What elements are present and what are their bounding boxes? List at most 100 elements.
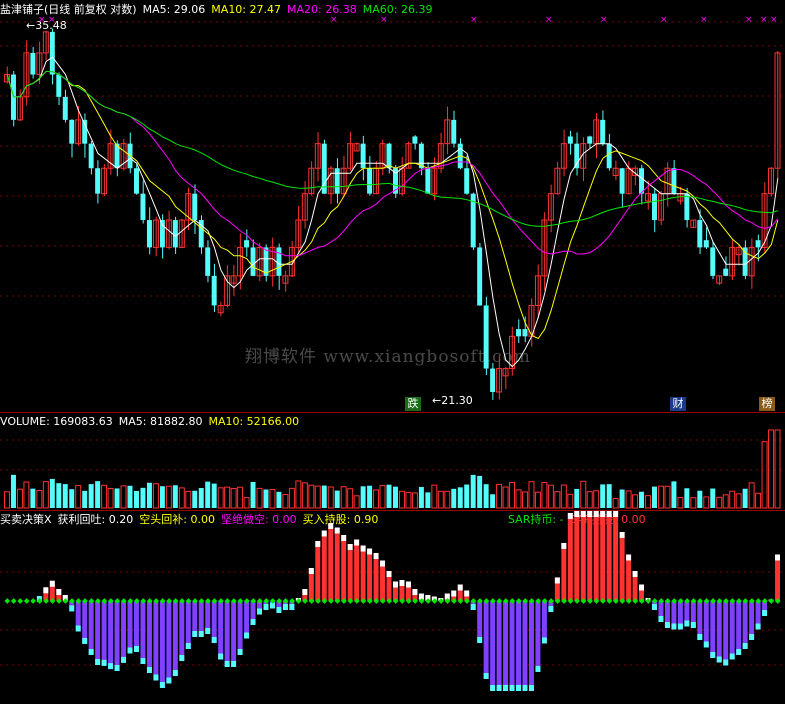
candle-down — [600, 119, 606, 144]
volume-bar — [398, 490, 405, 509]
indicator-neg-cap — [671, 623, 677, 630]
indicator-pos-bar — [593, 511, 599, 601]
indicator-neg-cap — [762, 610, 768, 616]
indicator-neg-bar — [716, 601, 722, 663]
indicator-neg-bar — [153, 601, 159, 681]
indicator-pos-cap — [341, 535, 347, 541]
signal-marker: × — [330, 15, 338, 25]
volume-bar — [62, 484, 68, 508]
indicator-neg-cap — [483, 673, 489, 679]
indicator-neg-bar — [172, 601, 178, 676]
volume-bar — [496, 483, 503, 509]
volume-bar — [101, 484, 108, 509]
indicator-neg-cap — [140, 658, 146, 664]
volume-bar — [774, 429, 781, 509]
indicator-pos-cap — [457, 584, 463, 591]
indicator-neg-bar — [496, 601, 502, 691]
signal-marker: × — [660, 15, 668, 25]
volume-bar — [211, 483, 217, 508]
indicator-pos-cap — [561, 542, 567, 549]
volume-bar — [367, 485, 373, 508]
candle-down — [742, 247, 748, 276]
indicator-pos-bar — [380, 560, 386, 601]
candle-down — [451, 119, 457, 144]
volume-bar — [4, 491, 10, 509]
volume-bar — [477, 475, 483, 508]
volume-bar — [205, 481, 211, 508]
volume-bar — [36, 490, 43, 509]
volume-bar — [502, 486, 509, 509]
candle-down — [587, 136, 593, 144]
indicator-pos-bar — [580, 511, 586, 601]
volume-bar — [237, 486, 244, 509]
volume-bar — [360, 486, 366, 508]
candle-down — [567, 136, 573, 144]
indicator-pos-cap — [775, 554, 780, 561]
indicator-neg-bar — [483, 601, 489, 679]
candle-down — [464, 168, 470, 194]
indicator-pos-bar — [321, 530, 327, 601]
indicator-pos-cap — [393, 581, 398, 588]
candle-down — [710, 247, 716, 276]
indicator-neg-bar — [121, 601, 127, 663]
volume-bar — [632, 494, 639, 509]
indicator-pos-cap — [554, 577, 560, 584]
candle-down — [49, 31, 55, 75]
indicator-neg-cap — [88, 649, 94, 655]
indicator-pos-cap — [49, 580, 55, 587]
volume-bar — [107, 487, 114, 509]
indicator-neg-cap — [697, 634, 703, 640]
indicator-pos-bar — [354, 539, 360, 601]
indicator-neg-cap — [723, 659, 729, 666]
signal-marker: × — [600, 15, 608, 25]
volume-bar — [146, 482, 152, 508]
indicator-pos-bar — [574, 511, 580, 601]
indicator-neg-bar — [522, 601, 528, 691]
volume-bar — [308, 484, 315, 509]
volume-bar — [263, 489, 269, 508]
volume-bar — [710, 488, 716, 508]
volume-bar — [379, 485, 386, 509]
candle-down — [684, 193, 690, 221]
volume-bar — [327, 486, 334, 509]
indicator-neg-cap — [535, 665, 541, 672]
indicator-neg-cap — [736, 649, 742, 655]
volume-bar — [729, 490, 736, 509]
indicator-pos-bar — [561, 542, 567, 601]
indicator-neg-cap — [276, 607, 282, 613]
indicator-pos-cap — [334, 527, 340, 534]
indicator-neg-cap — [153, 674, 159, 681]
volume-bar — [490, 494, 496, 508]
signal-marker: × — [380, 15, 388, 25]
volume-bar — [49, 478, 55, 508]
indicator-neg-cap — [127, 647, 133, 654]
volume-bar — [541, 482, 548, 509]
volume-bar — [652, 486, 657, 508]
indicator-neg-cap — [509, 685, 515, 691]
candle-down — [367, 168, 373, 194]
indicator-neg-cap — [749, 634, 755, 640]
indicator-neg-cap — [211, 637, 217, 643]
indicator-neg-cap — [716, 656, 722, 663]
candle-down — [250, 247, 256, 276]
candle-down — [490, 368, 496, 392]
indicator-diamond — [17, 598, 24, 604]
volume-bar — [411, 492, 418, 509]
volume-bar — [470, 474, 476, 508]
indicator-neg-cap — [664, 622, 670, 628]
indicator-neg-cap — [710, 652, 716, 658]
indicator-pos-cap — [464, 590, 470, 597]
indicator-pos-bar — [567, 512, 573, 601]
indicator-neg-bar — [101, 601, 107, 666]
volume-bar — [645, 495, 652, 509]
volume-bar — [437, 490, 444, 509]
volume-bar — [386, 484, 392, 508]
indicator-neg-cap — [652, 604, 657, 610]
volume-bar — [664, 485, 671, 509]
volume-bar — [677, 497, 684, 509]
candle-down — [516, 329, 521, 337]
indicator-pos-cap — [399, 580, 405, 586]
indicator-neg-cap — [690, 622, 696, 628]
volume-bar — [612, 497, 619, 509]
indicator-neg-cap — [101, 659, 107, 666]
